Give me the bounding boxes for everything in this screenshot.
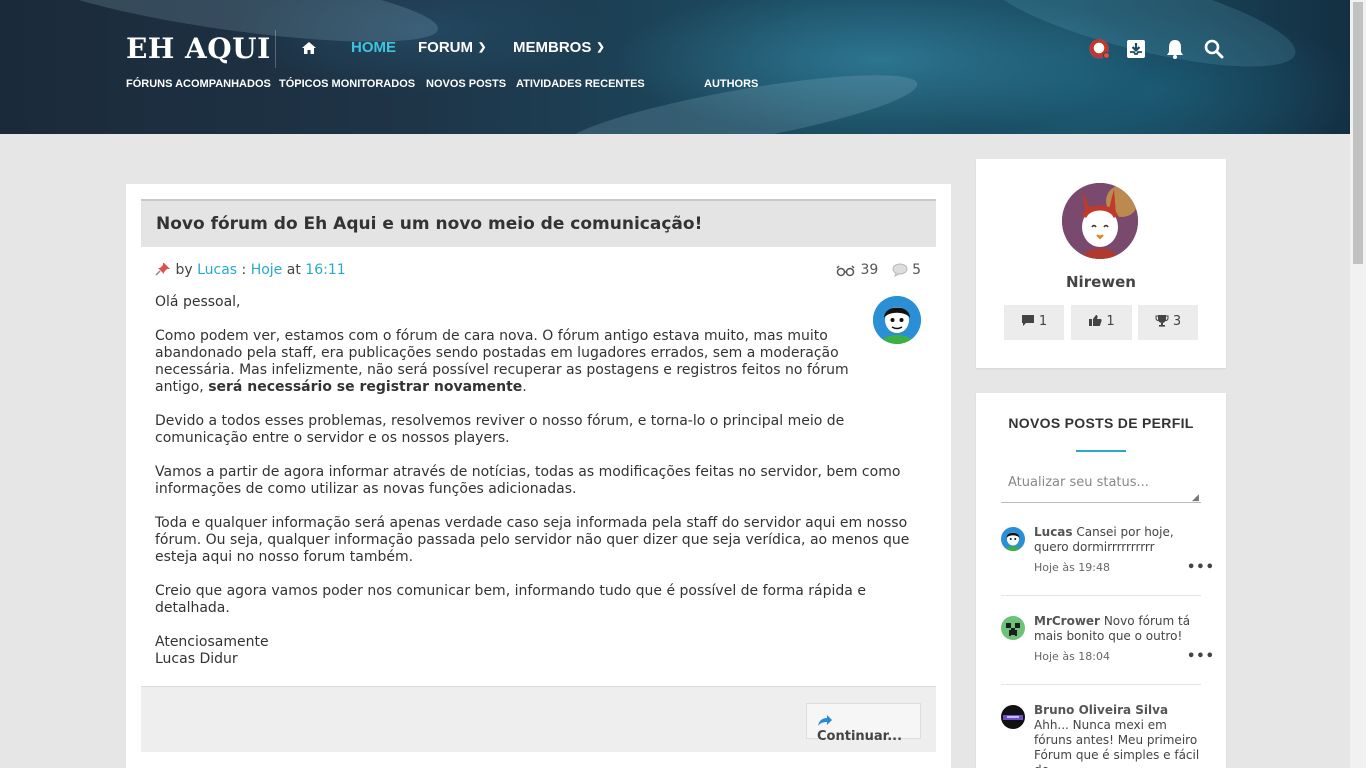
feed-avatar[interactable] (1001, 527, 1025, 551)
likes-count: 1 (1106, 314, 1115, 329)
trophies-count: 3 (1172, 314, 1182, 329)
notification-dot (1103, 52, 1110, 59)
post-date-link[interactable]: Hoje (251, 262, 283, 278)
page-scrollbar[interactable] (1350, 0, 1366, 768)
comment-icon (892, 263, 908, 277)
post-title[interactable]: Novo fórum do Eh Aqui e um novo meio de … (156, 214, 702, 234)
bell-icon[interactable] (1164, 38, 1186, 60)
feed-divider (1001, 684, 1201, 685)
post-paragraph: Creio que agora vamos poder nos comunica… (155, 583, 866, 616)
status-input[interactable] (1001, 471, 1201, 503)
header-background-streak (558, 59, 922, 134)
post-paragraph: Devido a todos esses problemas, resolvem… (155, 413, 845, 446)
trophy-icon (1155, 315, 1169, 327)
share-arrow-icon (818, 715, 832, 726)
post-meta: by Lucas : Hoje at 16:11 (155, 262, 346, 278)
subnav-novos-posts[interactable]: NOVOS POSTS (426, 78, 506, 90)
profile-name[interactable]: Nirewen (976, 273, 1226, 291)
more-options-icon[interactable]: ••• (1187, 560, 1215, 575)
post-paragraph-end: . (522, 379, 527, 395)
post-paragraph: Toda e qualquer informação será apenas v… (155, 515, 910, 565)
feed-text: Lucas Cansei por hoje, quero dormirrrrrr… (1034, 525, 1201, 555)
continue-label: Continuar... (817, 729, 903, 744)
feed-avatar[interactable] (1001, 705, 1025, 729)
post-author-link[interactable]: Lucas (197, 262, 237, 278)
messages-count: 1 (1038, 314, 1048, 329)
meta-separator: : (241, 262, 247, 278)
feed-avatar-image (1001, 705, 1025, 729)
nav-home-label: HOME (351, 39, 396, 56)
post-paragraph: Vamos a partir de agora informar através… (155, 464, 901, 497)
subnav-topicos-monitorados[interactable]: TÓPICOS MONITORADOS (279, 78, 415, 90)
feed-title: NOVOS POSTS DE PERFIL (1008, 415, 1194, 431)
feed-text: Bruno Oliveira Silva Ahh... Nunca mexi e… (1034, 703, 1201, 768)
post-footer: Continuar... (141, 686, 936, 752)
post-greeting: Olá pessoal, (155, 294, 241, 310)
nav-home[interactable]: HOME (351, 39, 396, 56)
chevron-down-icon: ❯ (478, 42, 487, 53)
feed-user[interactable]: Lucas (1034, 525, 1073, 539)
search-icon[interactable] (1203, 38, 1225, 60)
views-count: 39 (860, 262, 879, 278)
profile-posts-card: NOVOS POSTS DE PERFIL ◢ Lucas Cansei por… (976, 393, 1226, 768)
pin-icon (155, 263, 170, 276)
feed-message: Ahh... Nunca mexi em fóruns antes! Meu p… (1034, 718, 1200, 768)
nav-membros[interactable]: MEMBROS ❯ (513, 39, 605, 56)
post-signature-name: Lucas Didur (155, 651, 238, 667)
profile-avatar-image (1062, 183, 1138, 259)
messages-stat[interactable]: 1 (1004, 305, 1064, 340)
feed-avatar-image (1001, 616, 1025, 640)
nav-membros-label: MEMBROS (513, 39, 592, 56)
post-body: Olá pessoal, Como podem ver, estamos com… (155, 294, 920, 668)
subnav-authors[interactable]: AUTHORS (704, 78, 758, 90)
post-time-link[interactable]: 16:11 (305, 262, 345, 278)
message-icon (1021, 315, 1034, 326)
home-icon[interactable] (301, 40, 317, 56)
comments-count: 5 (912, 262, 921, 278)
feed-text: MrCrower Novo fórum tá mais bonito que o… (1034, 614, 1201, 644)
trophies-stat[interactable]: 3 (1138, 305, 1198, 340)
post-paragraph-bold: será necessário se registrar novamente (208, 379, 523, 395)
inbox-icon[interactable] (1125, 38, 1147, 60)
post-paragraph: Como podem ver, estamos com o fórum de c… (155, 328, 855, 396)
post-title-bar: Novo fórum do Eh Aqui e um novo meio de … (141, 199, 936, 247)
feed-time[interactable]: Hoje às 19:48 (1034, 561, 1110, 574)
post-at: at (286, 262, 301, 278)
site-logo[interactable]: EH AQUI (126, 32, 271, 65)
glasses-icon (836, 265, 855, 277)
resize-grip-icon[interactable]: ◢ (1192, 493, 1199, 503)
feed-user[interactable]: Bruno Oliveira Silva (1034, 703, 1168, 717)
profile-avatar[interactable] (1062, 183, 1138, 259)
feed-title-underline (1076, 450, 1126, 452)
post-stats: 39 5 (836, 262, 921, 278)
nav-forum[interactable]: FORUM ❯ (418, 39, 486, 56)
feed-divider (1001, 595, 1201, 596)
news-post: Novo fórum do Eh Aqui e um novo meio de … (126, 184, 951, 768)
feed-user[interactable]: MrCrower (1034, 614, 1100, 628)
likes-stat[interactable]: 1 (1071, 305, 1132, 340)
profile-card: Nirewen 1 1 3 (976, 159, 1226, 368)
user-avatar[interactable] (1089, 39, 1110, 59)
feed-avatar[interactable] (1001, 616, 1025, 640)
more-options-icon[interactable]: ••• (1187, 649, 1215, 664)
continue-button[interactable]: Continuar... (806, 703, 921, 744)
post-by: by (175, 262, 193, 278)
thumbs-up-icon (1089, 315, 1102, 326)
nav-forum-label: FORUM (418, 39, 473, 56)
chevron-down-icon: ❯ (596, 42, 605, 53)
feed-avatar-image (1001, 527, 1025, 551)
subnav-foruns-acompanhados[interactable]: FÓRUNS ACOMPANHADOS (126, 78, 271, 90)
post-signature-line: Atenciosamente (155, 634, 269, 650)
feed-time[interactable]: Hoje às 18:04 (1034, 650, 1110, 663)
logo-divider (275, 30, 276, 68)
subnav-atividades-recentes[interactable]: ATIVIDADES RECENTES (516, 78, 645, 90)
site-header: EH AQUI HOME FORUM ❯ MEMBROS ❯ FÓRUNS ACOM… (0, 0, 1350, 134)
scrollbar-thumb[interactable] (1353, 2, 1363, 264)
